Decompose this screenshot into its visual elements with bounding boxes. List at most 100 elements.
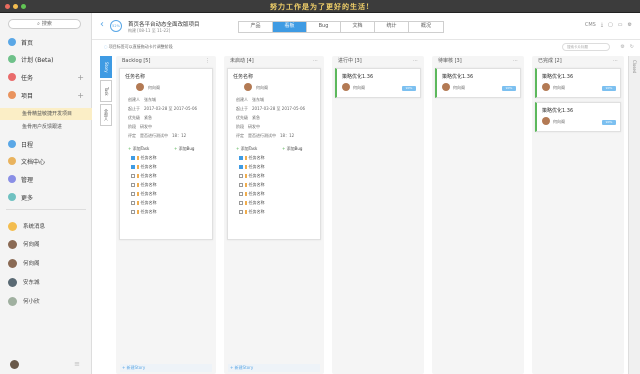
- sidebar: ⌕ 搜索 首页 计划 (Beta) 任务 + 项目 + 鱼骨精益敏捷开发项目 鱼骨用户…: [0, 13, 92, 374]
- column-menu-icon[interactable]: ⋯: [313, 56, 318, 66]
- story-card[interactable]: 策略优化1.36 何向阁 90%: [535, 68, 621, 98]
- project-item-active[interactable]: 鱼骨精益敏捷开发项目: [0, 108, 92, 120]
- column-menu-icon[interactable]: ⋯: [613, 56, 618, 66]
- task-item[interactable]: 任务名称: [239, 200, 265, 206]
- sidebar-item-admin[interactable]: 管理: [0, 172, 92, 186]
- task-label: 任务名称: [140, 191, 157, 196]
- download-icon[interactable]: ⤓: [601, 22, 603, 28]
- checkbox[interactable]: [131, 192, 135, 196]
- settings-icon[interactable]: ⚙: [620, 44, 624, 50]
- checkbox[interactable]: [239, 210, 243, 214]
- search-input[interactable]: ⌕ 搜索: [8, 19, 81, 29]
- project-item[interactable]: 鱼骨用户反馈跟进: [0, 121, 92, 133]
- task-item[interactable]: 任务名称: [131, 173, 157, 179]
- task-item[interactable]: 任务名称: [131, 191, 157, 197]
- task-icon: [8, 73, 16, 81]
- dates-label: 起止于: [236, 106, 248, 111]
- sidebar-item-docs[interactable]: 文档中心: [0, 154, 92, 168]
- add-bug-button[interactable]: + 添加Bug: [174, 146, 194, 152]
- add-task-icon[interactable]: +: [77, 73, 84, 82]
- user-avatar[interactable]: [10, 360, 19, 369]
- sidebar-item-plan[interactable]: 计划 (Beta): [0, 52, 92, 66]
- column-not-started: 未启动 [4] ⋯ 任务名称 何向阁 创建人 张东城 起止于 2017-03-28…: [224, 56, 324, 374]
- new-story-button[interactable]: + 新建Story: [120, 364, 212, 372]
- board-tools: ⚙ ↻: [620, 44, 634, 50]
- checkbox[interactable]: [239, 174, 243, 178]
- tab-stats[interactable]: 统计: [375, 22, 409, 32]
- task-item[interactable]: 任务名称: [239, 182, 265, 188]
- priority-value: 紧急: [252, 115, 260, 120]
- checkbox[interactable]: [239, 156, 243, 160]
- sidebar-item-label: 首页: [21, 39, 34, 47]
- story-card[interactable]: 策略优化1.36 何向阁 90%: [535, 102, 621, 132]
- task-item[interactable]: 任务名称: [131, 200, 157, 206]
- column-menu-icon[interactable]: ⋯: [413, 56, 418, 66]
- task-item[interactable]: 任务名称: [131, 209, 157, 215]
- task-item[interactable]: 任务名称: [131, 182, 157, 188]
- sidebar-item-projects[interactable]: 项目 +: [0, 88, 92, 102]
- column-menu-icon[interactable]: ⋮: [205, 56, 210, 66]
- story-card[interactable]: 策略优化1.36 何向阁 90%: [335, 68, 421, 98]
- tab-overview[interactable]: 概况: [409, 22, 443, 32]
- calendar-icon: [8, 140, 16, 148]
- tab-docs[interactable]: 文档: [341, 22, 375, 32]
- tab-task[interactable]: Task: [100, 80, 112, 102]
- message-item[interactable]: 何向阁: [8, 256, 88, 270]
- message-item[interactable]: 何向阁: [8, 237, 88, 251]
- sidebar-item-home[interactable]: 首页: [0, 35, 92, 49]
- task-item[interactable]: 任务名称: [239, 173, 265, 179]
- gear-icon[interactable]: ⚙: [628, 22, 632, 28]
- tab-board[interactable]: 看板: [273, 22, 307, 32]
- checkbox[interactable]: [131, 210, 135, 214]
- checkbox[interactable]: [239, 165, 243, 169]
- cms-icon[interactable]: CMS: [585, 22, 596, 28]
- message-item-system[interactable]: 系统消息: [8, 219, 88, 233]
- tab-all-members[interactable]: 全部人: [100, 104, 112, 126]
- story-card[interactable]: 策略优化1.36 何向阁 90%: [435, 68, 521, 98]
- refresh-icon[interactable]: ↻: [630, 44, 634, 50]
- tab-product[interactable]: 产品: [239, 22, 273, 32]
- card-search-input[interactable]: 搜索卡片标题: [562, 43, 610, 51]
- menu-icon[interactable]: ≡: [74, 360, 80, 368]
- checkbox[interactable]: [239, 183, 243, 187]
- message-item[interactable]: 安东城: [8, 275, 88, 289]
- tab-story[interactable]: Story: [100, 56, 112, 78]
- add-bug-button[interactable]: + 添加Bug: [282, 146, 302, 152]
- task-item[interactable]: 任务名称: [239, 164, 265, 170]
- add-task-button[interactable]: + 添加Task: [128, 146, 149, 152]
- checkbox[interactable]: [131, 156, 135, 160]
- view-tabs: 产品 看板 Bug 文档 统计 概况: [238, 21, 444, 33]
- closed-column-toggle[interactable]: Closed: [628, 56, 640, 374]
- notice-text: 项目标签可以直接拖动卡片调整阶段: [108, 44, 173, 49]
- task-item[interactable]: 任务名称: [239, 155, 265, 161]
- priority-marker: [245, 165, 247, 169]
- story-card[interactable]: 任务名称 何向阁 创建人 张东城 起止于 2017-03-28 至 2017-0…: [227, 68, 321, 240]
- new-story-button[interactable]: + 新建Story: [228, 364, 320, 372]
- checkbox[interactable]: [131, 165, 135, 169]
- search-icon: ⌕: [37, 21, 40, 27]
- checkbox[interactable]: [239, 192, 243, 196]
- column-menu-icon[interactable]: ⋯: [513, 56, 518, 66]
- checkbox[interactable]: [131, 174, 135, 178]
- task-item[interactable]: 任务名称: [239, 209, 265, 215]
- priority-marker: [137, 156, 139, 160]
- task-item[interactable]: 任务名称: [239, 191, 265, 197]
- window-titlebar: 努力工作是为了更好的生活!: [0, 0, 640, 13]
- checkbox[interactable]: [131, 183, 135, 187]
- add-task-button[interactable]: + 添加Task: [236, 146, 257, 152]
- sidebar-item-more[interactable]: 更多: [0, 190, 92, 204]
- folder-icon[interactable]: ▭: [618, 22, 623, 28]
- checkbox[interactable]: [131, 201, 135, 205]
- task-item[interactable]: 任务名称: [131, 164, 157, 170]
- tab-bug[interactable]: Bug: [307, 22, 341, 32]
- sidebar-item-calendar[interactable]: 日程: [0, 137, 92, 151]
- add-project-icon[interactable]: +: [77, 91, 84, 100]
- back-icon[interactable]: ‹: [100, 19, 104, 30]
- message-item[interactable]: 何小欣: [8, 294, 88, 308]
- task-item[interactable]: 任务名称: [131, 155, 157, 161]
- checkbox[interactable]: [239, 201, 243, 205]
- story-card[interactable]: 任务名称 何向阁 创建人 张东城 起止于 2017-03-28 至 2017-0…: [119, 68, 213, 240]
- column-header: 进行中 [3] ⋯: [332, 56, 424, 66]
- sidebar-item-tasks[interactable]: 任务 +: [0, 70, 92, 84]
- doc-icon[interactable]: ▢: [608, 22, 613, 28]
